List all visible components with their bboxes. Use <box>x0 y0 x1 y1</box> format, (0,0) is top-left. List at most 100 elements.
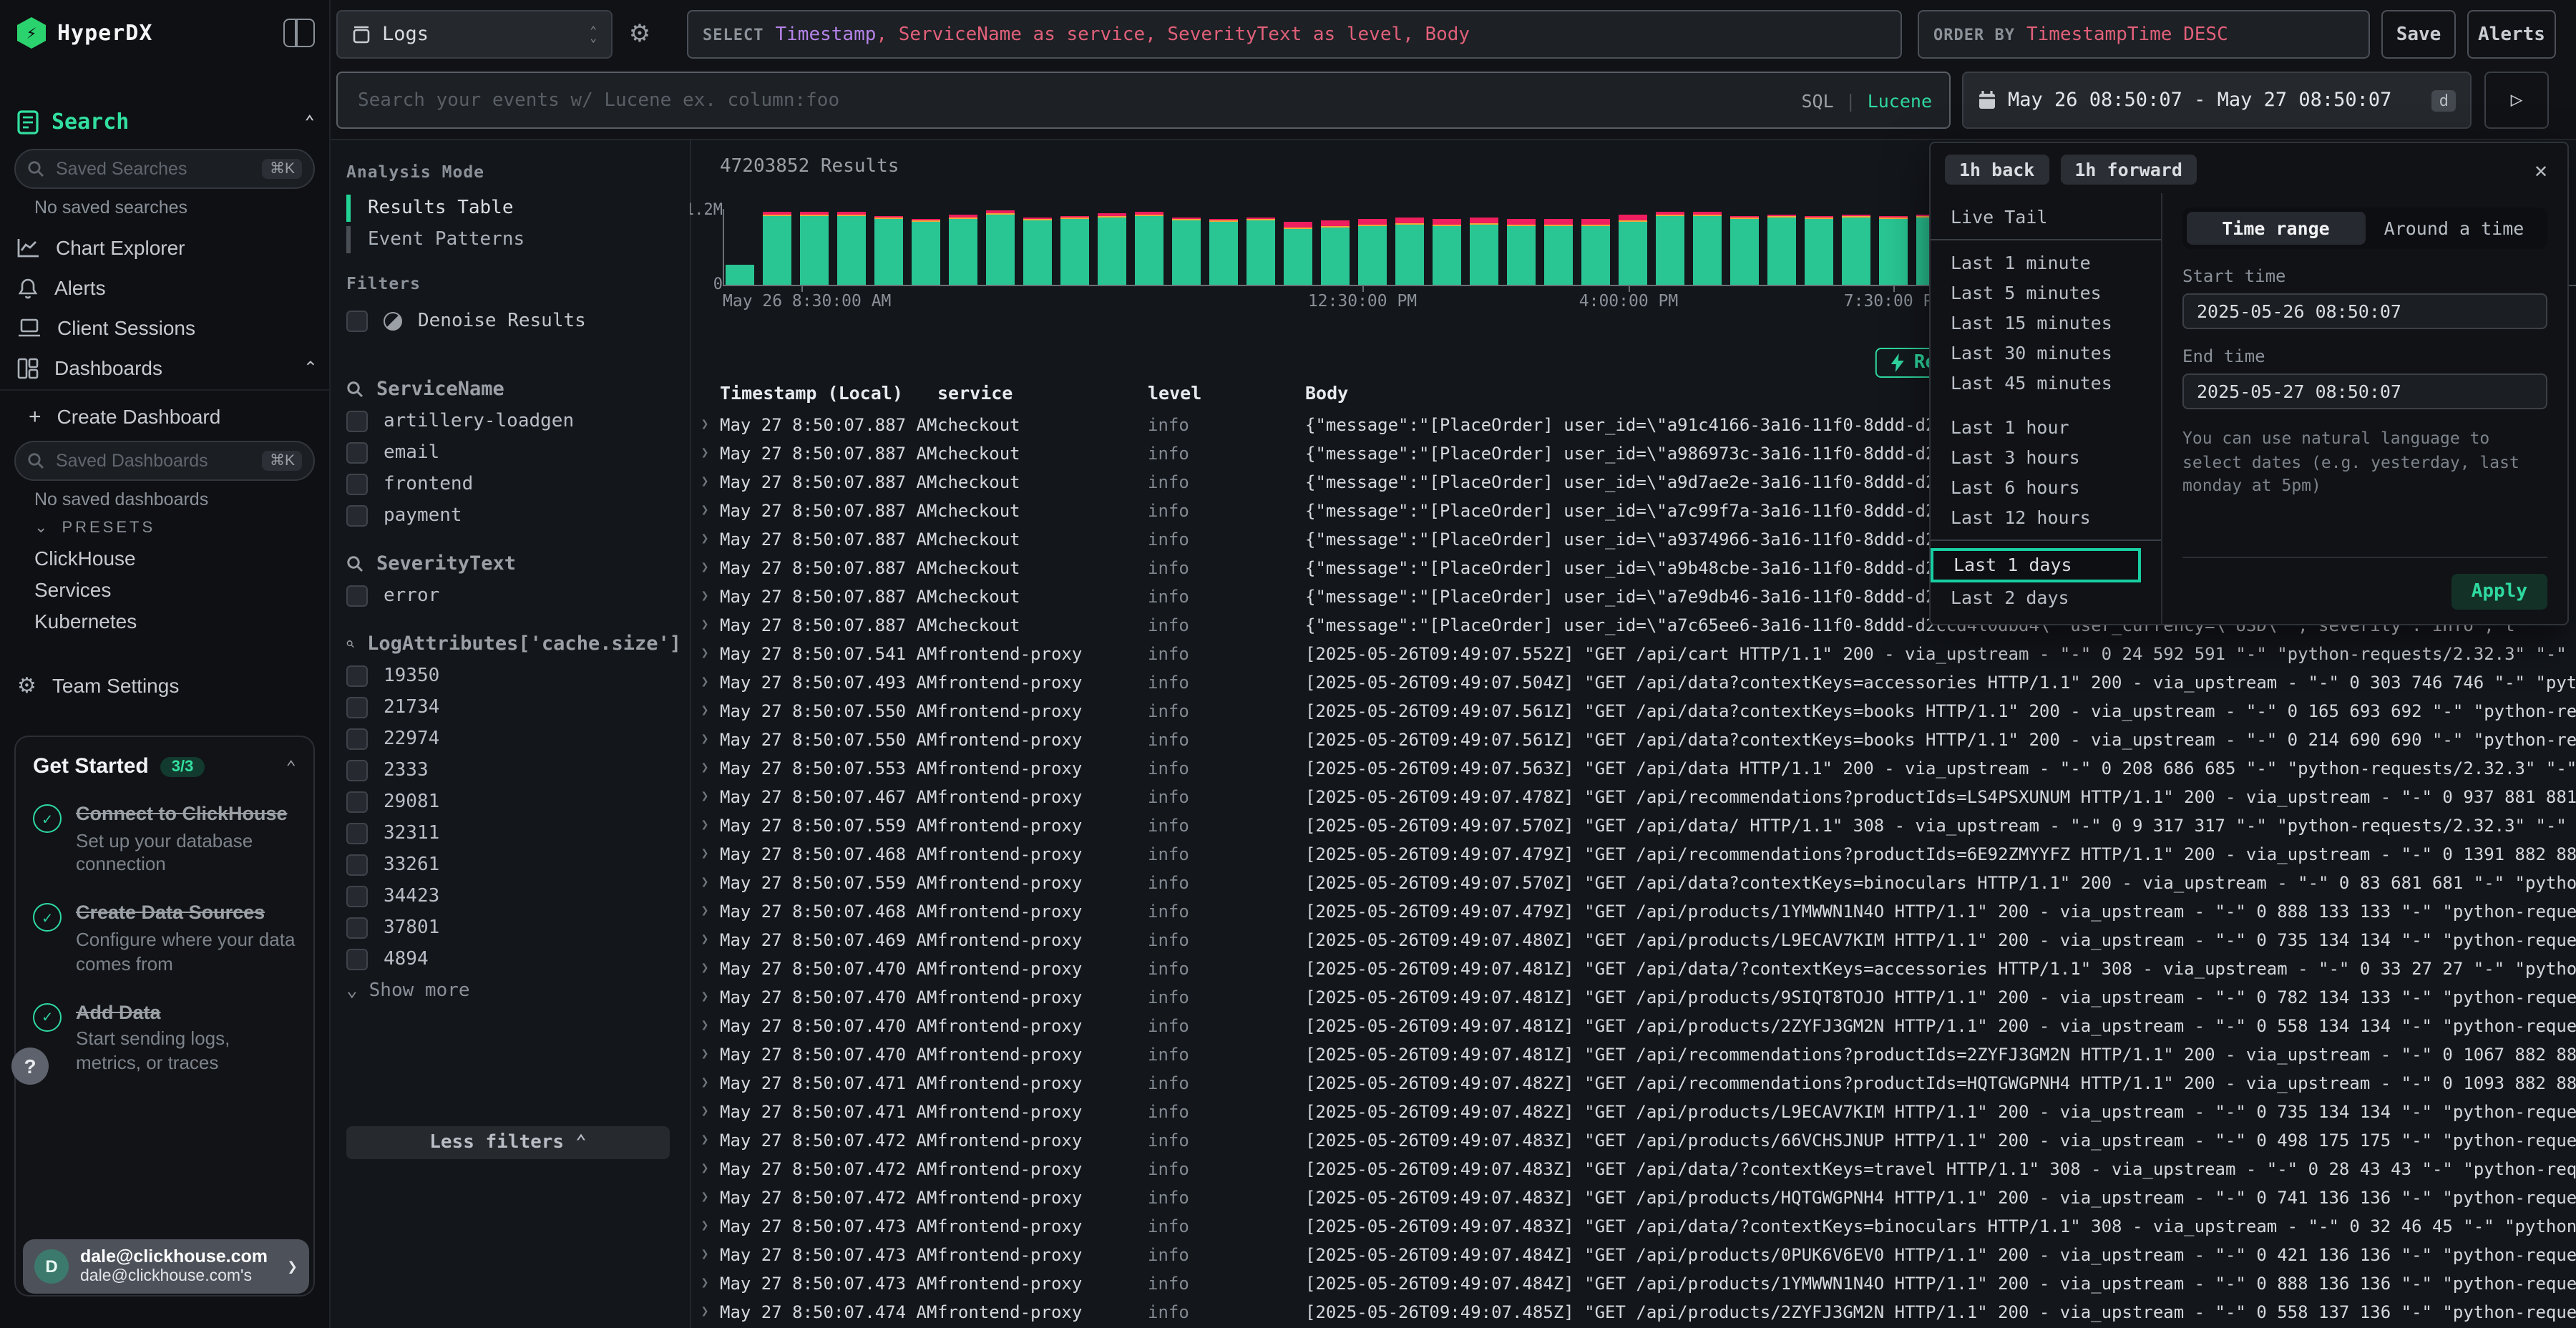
checkbox[interactable] <box>346 696 368 718</box>
row-expand-icon[interactable]: ❯ <box>690 1276 720 1291</box>
filter-value-row[interactable]: frontend <box>346 468 681 499</box>
tab-time-range[interactable]: Time range <box>2187 212 2365 245</box>
row-expand-icon[interactable]: ❯ <box>690 819 720 833</box>
histogram-bar[interactable] <box>1023 218 1052 285</box>
checkbox[interactable] <box>346 441 368 463</box>
preset-clickhouse[interactable]: ClickHouse <box>34 547 136 570</box>
log-row[interactable]: ❯May 27 8:50:07.471 AMfrontend-proxyinfo… <box>690 1069 2576 1098</box>
log-row[interactable]: ❯May 27 8:50:07.469 AMfrontend-proxyinfo… <box>690 926 2576 954</box>
checkbox[interactable] <box>346 310 368 331</box>
mode-event-patterns[interactable]: Event Patterns <box>346 225 675 255</box>
row-expand-icon[interactable]: ❯ <box>690 418 720 432</box>
select-clause-input[interactable]: SELECT Timestamp, ServiceName as service… <box>687 10 1902 59</box>
preset-kubernetes[interactable]: Kubernetes <box>34 610 137 633</box>
mode-sql-toggle[interactable]: SQL <box>1801 89 1833 111</box>
log-row[interactable]: ❯May 27 8:50:07.467 AMfrontend-proxyinfo… <box>690 783 2576 811</box>
chevron-up-icon[interactable]: ⌃ <box>305 112 315 132</box>
filter-value-row[interactable]: 33261 <box>346 849 681 880</box>
denoise-results-checkbox[interactable]: Denoise Results <box>346 305 586 336</box>
log-row[interactable]: ❯May 27 8:50:07.472 AMfrontend-proxyinfo… <box>690 1183 2576 1212</box>
filter-value-row[interactable]: 37801 <box>346 912 681 943</box>
row-expand-icon[interactable]: ❯ <box>690 876 720 890</box>
checkbox[interactable] <box>346 917 368 938</box>
row-expand-icon[interactable]: ❯ <box>690 532 720 547</box>
quick-range-last-1-minute[interactable]: Last 1 minute <box>1931 248 2161 278</box>
row-expand-icon[interactable]: ❯ <box>690 1219 720 1234</box>
quick-range-last-2-days[interactable]: Last 2 days <box>1931 582 2161 612</box>
histogram-bar[interactable] <box>1544 219 1573 285</box>
sidebar-item-alerts[interactable]: Alerts <box>17 269 318 306</box>
filter-value-row[interactable]: 22974 <box>346 723 681 754</box>
row-expand-icon[interactable]: ❯ <box>690 904 720 919</box>
quick-range-last-30-minutes[interactable]: Last 30 minutes <box>1931 338 2161 368</box>
row-expand-icon[interactable]: ❯ <box>690 1248 720 1262</box>
quick-range-last-15-minutes[interactable]: Last 15 minutes <box>1931 308 2161 338</box>
row-expand-icon[interactable]: ❯ <box>690 761 720 776</box>
histogram-bar[interactable] <box>726 265 754 285</box>
run-query-button[interactable]: ▷ <box>2484 72 2549 129</box>
sidebar-item-search[interactable]: Search ⌃ <box>17 106 315 137</box>
filter-value-row[interactable]: 34423 <box>346 880 681 912</box>
presets-header[interactable]: ⌄ PRESETS <box>34 518 155 537</box>
histogram-bar[interactable] <box>986 210 1015 285</box>
log-row[interactable]: ❯May 27 8:50:07.541 AMfrontend-proxyinfo… <box>690 640 2576 668</box>
row-expand-icon[interactable]: ❯ <box>690 561 720 575</box>
start-time-field[interactable] <box>2182 293 2547 329</box>
filter-value-row[interactable]: 2333 <box>346 754 681 786</box>
col-level[interactable]: level <box>1148 382 1305 408</box>
histogram-bar[interactable] <box>1842 215 1870 285</box>
time-range-input[interactable]: May 26 08:50:07 - May 27 08:50:07 d <box>1962 72 2472 129</box>
filter-value-row[interactable]: artillery-loadgen <box>346 405 681 436</box>
histogram-bar[interactable] <box>1098 213 1126 285</box>
less-filters-button[interactable]: Less filters ⌃ <box>346 1126 670 1159</box>
create-dashboard-button[interactable]: + Create Dashboard <box>29 398 318 435</box>
apply-button[interactable]: Apply <box>2451 573 2547 609</box>
histogram-bar[interactable] <box>800 212 829 285</box>
log-row[interactable]: ❯May 27 8:50:07.550 AMfrontend-proxyinfo… <box>690 697 2576 726</box>
log-row[interactable]: ❯May 27 8:50:07.470 AMfrontend-proxyinfo… <box>690 1040 2576 1069</box>
source-select[interactable]: Logs ⌃⌄ <box>336 10 613 59</box>
user-profile-button[interactable]: D dale@clickhouse.com dale@clickhouse.co… <box>23 1239 309 1294</box>
log-row[interactable]: ❯May 27 8:50:07.470 AMfrontend-proxyinfo… <box>690 1012 2576 1040</box>
sidebar-item-chart-explorer[interactable]: Chart Explorer <box>17 229 318 266</box>
log-row[interactable]: ❯May 27 8:50:07.470 AMfrontend-proxyinfo… <box>690 983 2576 1012</box>
log-row[interactable]: ❯May 27 8:50:07.473 AMfrontend-proxyinfo… <box>690 1269 2576 1298</box>
end-time-field[interactable] <box>2182 374 2547 409</box>
filter-value-row[interactable]: email <box>346 436 681 468</box>
saved-dashboards-input[interactable]: ⌘K <box>14 441 315 481</box>
histogram-bar[interactable] <box>1135 212 1163 285</box>
row-expand-icon[interactable]: ❯ <box>690 1162 720 1176</box>
checkbox[interactable] <box>346 759 368 781</box>
histogram-bar[interactable] <box>1433 219 1461 285</box>
histogram-bar[interactable] <box>1470 218 1498 285</box>
source-settings-gear-icon[interactable]: ⚙ <box>625 20 654 49</box>
row-expand-icon[interactable]: ❯ <box>690 675 720 690</box>
row-expand-icon[interactable]: ❯ <box>690 618 720 633</box>
save-button[interactable]: Save <box>2381 10 2456 59</box>
row-expand-icon[interactable]: ❯ <box>690 704 720 718</box>
filter-value-row[interactable]: error <box>346 580 681 611</box>
checkbox[interactable] <box>346 728 368 749</box>
log-row[interactable]: ❯May 27 8:50:07.553 AMfrontend-proxyinfo… <box>690 754 2576 783</box>
tab-around-a-time[interactable]: Around a time <box>2365 212 2543 245</box>
help-button[interactable]: ? <box>11 1048 49 1085</box>
row-expand-icon[interactable]: ❯ <box>690 1305 720 1319</box>
saved-dashboards-field[interactable] <box>53 449 254 472</box>
histogram-bar[interactable] <box>1284 222 1312 285</box>
row-expand-icon[interactable]: ❯ <box>690 933 720 947</box>
row-expand-icon[interactable]: ❯ <box>690 733 720 747</box>
histogram-bar[interactable] <box>1209 219 1238 285</box>
checkbox[interactable] <box>346 948 368 970</box>
col-service[interactable]: service <box>937 382 1148 408</box>
row-expand-icon[interactable]: ❯ <box>690 1133 720 1148</box>
checkbox[interactable] <box>346 791 368 812</box>
checkbox[interactable] <box>346 822 368 844</box>
show-more-button[interactable]: ⌄Show more <box>346 975 681 1006</box>
log-row[interactable]: ❯May 27 8:50:07.493 AMfrontend-proxyinfo… <box>690 668 2576 697</box>
close-icon[interactable]: ✕ <box>2529 157 2553 182</box>
histogram-bar[interactable] <box>1060 216 1089 285</box>
log-row[interactable]: ❯May 27 8:50:07.474 AMfrontend-proxyinfo… <box>690 1298 2576 1327</box>
histogram-bar[interactable] <box>1619 215 1647 285</box>
log-row[interactable]: ❯May 27 8:50:07.559 AMfrontend-proxyinfo… <box>690 869 2576 897</box>
chevron-up-icon[interactable]: ⌃ <box>303 358 318 378</box>
